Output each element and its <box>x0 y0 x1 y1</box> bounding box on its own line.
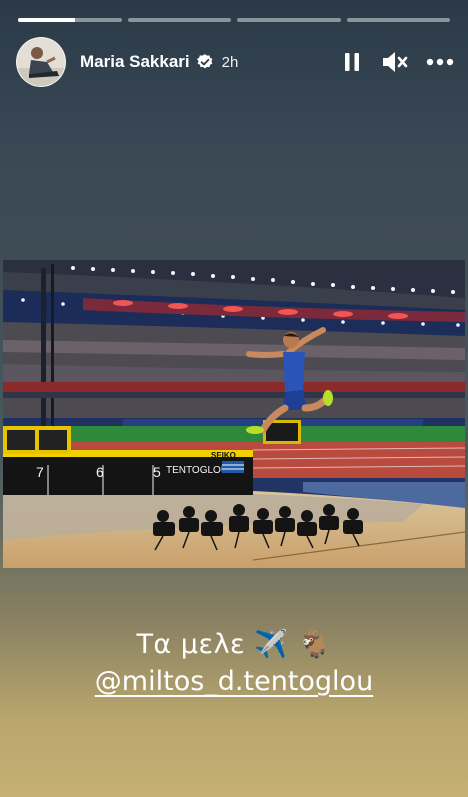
board-number: 5 <box>153 464 161 480</box>
progress-segment <box>237 18 341 22</box>
post-time: 2h <box>221 53 239 71</box>
speaker-muted-icon[interactable] <box>380 49 408 75</box>
story-progress-bar <box>18 18 450 22</box>
author-name[interactable]: Maria Sakkari <box>80 52 190 72</box>
board-name: TENTOGLOU <box>166 465 228 476</box>
more-horizontal-icon[interactable] <box>426 58 454 66</box>
story-header: Maria Sakkari 2h <box>16 37 454 87</box>
verified-badge-icon <box>196 53 214 71</box>
progress-segment <box>18 18 122 22</box>
user-mention-link[interactable]: @miltos_d.tentoglou <box>95 666 373 697</box>
caption-text: Τα μελε ✈️ 🐐 <box>136 629 332 660</box>
board-number: 7 <box>36 464 44 480</box>
progress-fill <box>18 18 75 22</box>
progress-segment <box>127 18 231 22</box>
story-viewer[interactable]: Maria Sakkari 2h 7 6 5 TENTOGLOU SEIKO Τ… <box>0 0 468 797</box>
progress-segment <box>346 18 450 22</box>
avatar[interactable] <box>16 37 66 87</box>
sponsor-logo: SEIKO <box>211 451 236 460</box>
pause-icon[interactable] <box>342 51 362 73</box>
story-caption: Τα μελε ✈️ 🐐 @miltos_d.tentoglou <box>0 628 468 697</box>
story-photo: 7 6 5 TENTOGLOU SEIKO <box>3 260 465 568</box>
story-controls <box>342 49 454 75</box>
